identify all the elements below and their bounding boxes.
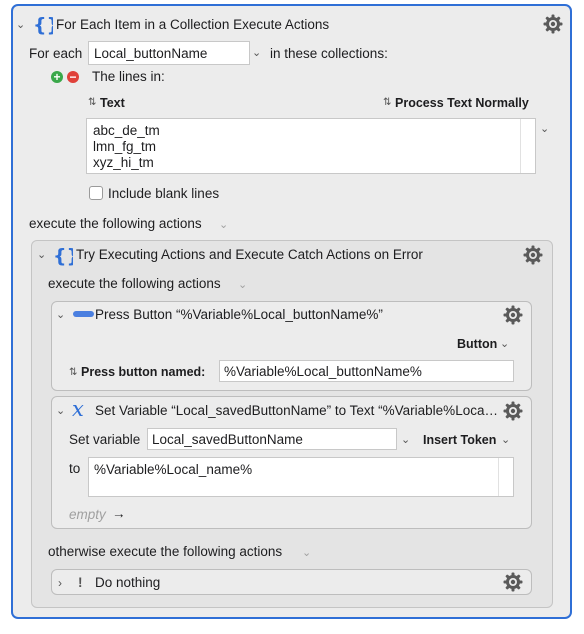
braces-icon: {}	[33, 12, 60, 39]
try-execute-label: execute the following actions	[48, 276, 221, 291]
set-variable-title: Set Variable “Local_savedButtonName” to …	[95, 403, 498, 418]
collapse-chevron-icon[interactable]: ⌄	[16, 17, 25, 33]
try-collapse-chevron-icon[interactable]: ⌄	[37, 247, 46, 263]
try-title: Try Executing Actions and Execute Catch …	[76, 247, 423, 262]
process-sort-icon[interactable]: ⇅	[383, 95, 391, 111]
press-named-field[interactable]: %Variable%Local_buttonName%	[219, 360, 514, 382]
empty-arrow-icon[interactable]: →	[112, 506, 126, 522]
set-collapse-chevron-icon[interactable]: ⌄	[56, 403, 65, 419]
empty-label: empty	[69, 507, 106, 522]
set-gear-icon[interactable]	[503, 401, 523, 421]
set-variable-value: Local_savedButtonName	[152, 432, 303, 447]
text-type-menu[interactable]: Text	[100, 95, 125, 111]
for-each-variable-field[interactable]: Local_buttonName	[88, 41, 250, 65]
press-button-title: Press Button “%Variable%Local_buttonName…	[95, 307, 383, 322]
to-textarea[interactable]: %Variable%Local_name%	[88, 457, 514, 497]
expand-chevron-icon[interactable]: ›	[58, 575, 62, 591]
text-sort-icon[interactable]: ⇅	[88, 95, 96, 111]
do-nothing-title: Do nothing	[95, 575, 161, 590]
try-braces-icon: {}	[53, 243, 80, 270]
lines-in-label: The lines in:	[92, 69, 165, 84]
remove-icon[interactable]: −	[67, 71, 79, 83]
do-nothing-icon: !	[78, 575, 83, 590]
otherwise-chevron-icon[interactable]: ⌄	[302, 545, 311, 561]
svg-text:{}: {}	[53, 245, 73, 267]
button-type-chevron-icon[interactable]: ⌄	[500, 336, 509, 352]
for-each-label: For each	[29, 46, 83, 61]
insert-token-menu[interactable]: Insert Token	[423, 432, 496, 448]
set-variable-chevron-icon[interactable]: ⌄	[401, 432, 410, 448]
try-execute-chevron-icon[interactable]: ⌄	[238, 277, 247, 293]
process-text-menu[interactable]: Process Text Normally	[395, 95, 529, 111]
press-collapse-chevron-icon[interactable]: ⌄	[56, 307, 65, 323]
press-gear-icon[interactable]	[503, 305, 523, 325]
in-collections-label: in these collections:	[270, 46, 388, 61]
lines-textarea[interactable]: abc_de_tm lmn_fg_tm xyz_hi_tm	[86, 118, 536, 174]
line-item: lmn_fg_tm	[93, 139, 157, 154]
try-gear-icon[interactable]	[523, 245, 543, 265]
line-item: abc_de_tm	[93, 123, 160, 138]
to-label: to	[69, 461, 81, 476]
otherwise-label: otherwise execute the following actions	[48, 544, 283, 559]
for-each-title: For Each Item in a Collection Execute Ac…	[56, 17, 330, 32]
variable-menu-chevron-icon[interactable]: ⌄	[252, 45, 261, 61]
lines-menu-chevron-icon[interactable]: ⌄	[540, 121, 549, 137]
gear-icon[interactable]	[543, 14, 563, 34]
button-icon	[73, 311, 94, 317]
svg-text:{}: {}	[33, 14, 53, 36]
execute-label: execute the following actions	[29, 216, 202, 231]
press-named-value: %Variable%Local_buttonName%	[224, 364, 422, 379]
lines-list: abc_de_tm lmn_fg_tm xyz_hi_tm	[93, 123, 160, 171]
add-icon[interactable]: +	[51, 71, 63, 83]
line-item: xyz_hi_tm	[93, 155, 154, 170]
to-scrollbar[interactable]	[498, 458, 513, 496]
textarea-scrollbar[interactable]	[520, 119, 535, 173]
press-named-label[interactable]: Press button named:	[81, 364, 205, 380]
include-blank-checkbox[interactable]	[89, 186, 103, 200]
variable-x-icon: x	[71, 397, 95, 424]
button-type-menu[interactable]: Button	[457, 336, 497, 352]
to-value: %Variable%Local_name%	[94, 462, 253, 477]
execute-chevron-icon[interactable]: ⌄	[219, 217, 228, 233]
do-nothing-gear-icon[interactable]	[503, 572, 523, 592]
svg-text:x: x	[72, 399, 84, 421]
press-named-sort-icon[interactable]: ⇅	[69, 365, 77, 381]
insert-token-chevron-icon[interactable]: ⌄	[501, 432, 510, 448]
include-blank-label: Include blank lines	[108, 186, 220, 201]
set-variable-label: Set variable	[69, 432, 141, 447]
set-variable-field[interactable]: Local_savedButtonName	[147, 428, 397, 450]
for-each-variable-value: Local_buttonName	[94, 46, 208, 61]
